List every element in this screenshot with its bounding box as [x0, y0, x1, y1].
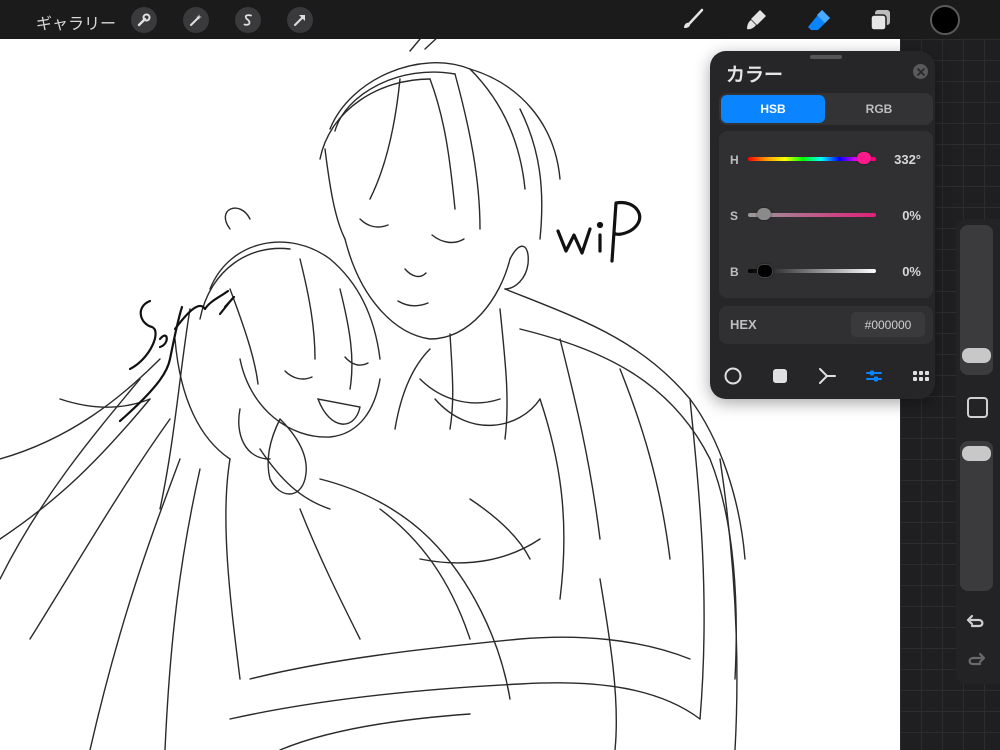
saturation-knob[interactable]: [757, 208, 771, 220]
value-icon[interactable]: [861, 363, 887, 389]
wrench-icon[interactable]: [131, 7, 157, 33]
hex-row: HEX #000000: [719, 306, 933, 344]
eraser-icon[interactable]: [805, 6, 833, 34]
redo-icon[interactable]: [965, 650, 987, 670]
modify-square-icon[interactable]: [967, 397, 988, 418]
panel-grabber[interactable]: [810, 55, 842, 59]
hue-knob[interactable]: [857, 152, 871, 164]
tab-hsb[interactable]: HSB: [721, 95, 825, 123]
harmony-icon[interactable]: [814, 363, 840, 389]
saturation-label: S: [730, 209, 739, 223]
color-mode-segmented-control: HSB RGB: [719, 93, 933, 125]
saturation-row: S 0%: [719, 207, 933, 227]
opacity-thumb[interactable]: [962, 446, 991, 461]
tab-rgb[interactable]: RGB: [827, 95, 931, 123]
gallery-button[interactable]: ギャラリー: [36, 10, 116, 34]
close-icon[interactable]: [913, 64, 928, 79]
brush-size-slider[interactable]: [960, 225, 993, 375]
hsb-sliders: H 332° S 0% B 0%: [719, 131, 933, 298]
hue-label: H: [730, 153, 739, 167]
sidebar: [956, 219, 1000, 684]
arrow-transform-icon[interactable]: [287, 7, 313, 33]
brightness-label: B: [730, 265, 739, 279]
brush-size-thumb[interactable]: [962, 348, 991, 363]
hue-row: H 332°: [719, 151, 933, 171]
undo-icon[interactable]: [965, 612, 987, 632]
opacity-slider[interactable]: [960, 441, 993, 591]
color-mode-bar: [710, 363, 935, 389]
panel-title: カラー: [726, 64, 784, 86]
hue-value: 332°: [894, 152, 921, 167]
top-toolbar: ギャラリー: [0, 0, 1000, 39]
palettes-icon[interactable]: [908, 363, 934, 389]
disc-icon[interactable]: [720, 363, 746, 389]
layers-icon[interactable]: [867, 6, 895, 34]
brightness-row: B 0%: [719, 263, 933, 283]
hex-label: HEX: [730, 317, 757, 332]
color-panel: カラー HSB RGB H 332° S 0% B 0% HEX #000000: [710, 51, 935, 399]
magic-wand-icon[interactable]: [183, 7, 209, 33]
brightness-knob[interactable]: [757, 264, 773, 278]
selection-s-icon[interactable]: [235, 7, 261, 33]
saturation-value: 0%: [902, 208, 921, 223]
smudge-icon[interactable]: [742, 6, 770, 34]
color-well[interactable]: [930, 5, 960, 35]
classic-icon[interactable]: [767, 363, 793, 389]
hex-input[interactable]: #000000: [851, 312, 925, 337]
brightness-value: 0%: [902, 264, 921, 279]
brush-icon[interactable]: [679, 6, 707, 34]
